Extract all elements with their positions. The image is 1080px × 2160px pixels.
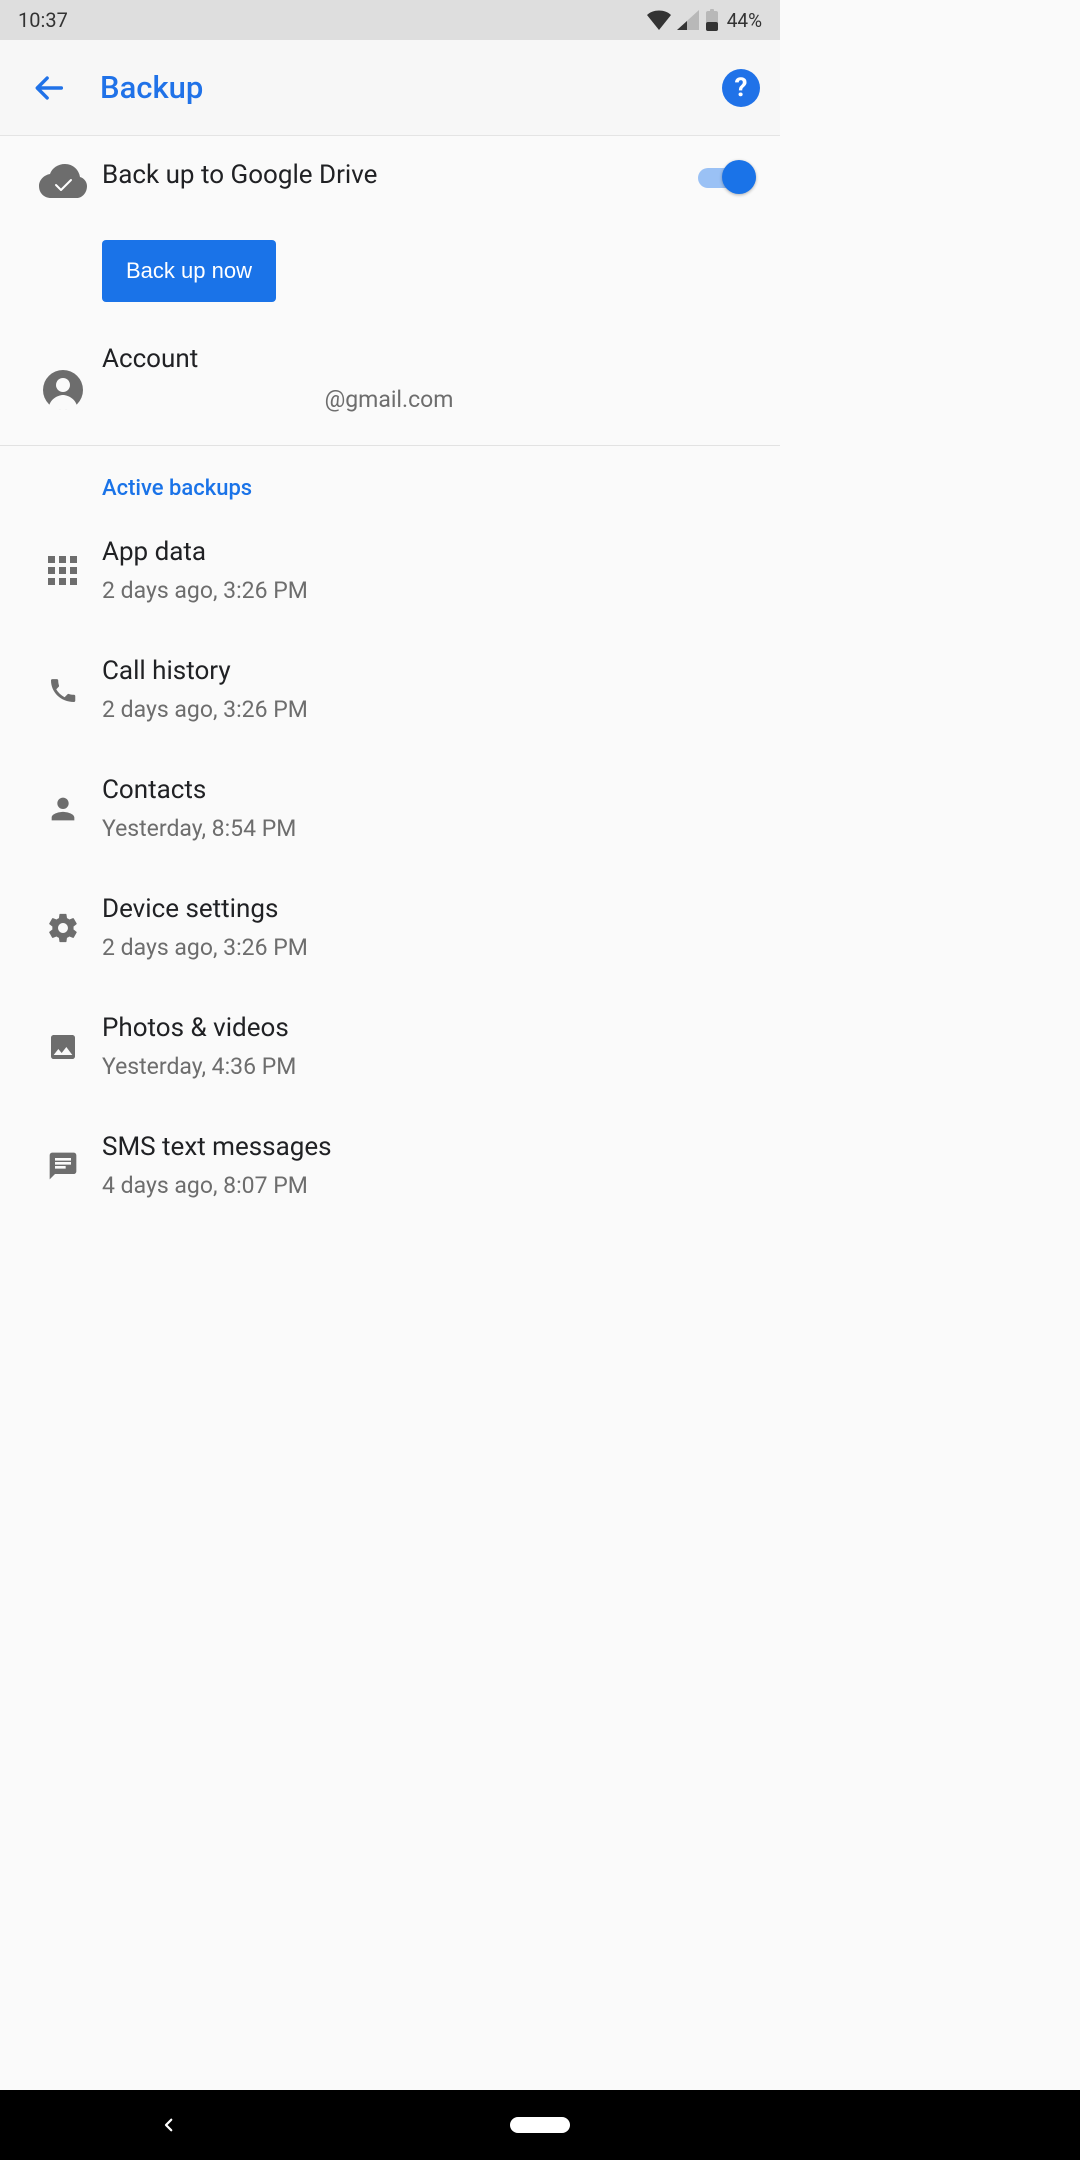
backup-to-drive-row[interactable]: Back up to Google Drive [0,136,780,222]
page-title: Backup [100,69,722,106]
item-sms[interactable]: SMS text messages 4 days ago, 8:07 PM [0,1106,780,1225]
item-title: Device settings [102,894,308,924]
item-sub: Yesterday, 4:36 PM [102,1053,296,1080]
account-label: Account [102,344,756,374]
item-device-settings[interactable]: Device settings 2 days ago, 3:26 PM [0,868,780,987]
item-sub: Yesterday, 8:54 PM [102,815,296,842]
backup-toggle[interactable] [698,160,756,196]
item-title: Contacts [102,775,296,805]
item-title: SMS text messages [102,1132,332,1162]
item-sub: 2 days ago, 3:26 PM [102,696,308,723]
battery-icon [705,9,719,31]
arrow-left-icon [33,71,67,105]
item-title: Call history [102,656,308,686]
nav-home-button[interactable] [510,2117,570,2133]
backup-toggle-label: Back up to Google Drive [102,160,678,190]
item-photos-videos[interactable]: Photos & videos Yesterday, 4:36 PM [0,987,780,1106]
item-contacts[interactable]: Contacts Yesterday, 8:54 PM [0,749,780,868]
backup-now-row: Back up now [0,222,780,326]
item-title: Photos & videos [102,1013,296,1043]
item-call-history[interactable]: Call history 2 days ago, 3:26 PM [0,630,780,749]
gear-icon [46,911,80,945]
section-active-backups: Active backups [0,446,780,511]
cloud-check-icon [39,164,87,198]
status-time: 10:37 [18,8,68,32]
chevron-left-icon [160,2116,178,2134]
system-nav-bar [0,2090,1080,2160]
account-row[interactable]: Account @gmail.com [0,326,780,445]
help-icon: ? [735,73,748,103]
account-icon [43,370,83,410]
app-bar: Backup ? [0,40,780,136]
content: Back up to Google Drive Back up now Acco… [0,136,780,1225]
item-sub: 2 days ago, 3:26 PM [102,577,308,604]
backup-now-button[interactable]: Back up now [102,240,276,302]
item-app-data[interactable]: App data 2 days ago, 3:26 PM [0,511,780,630]
person-icon [46,792,80,826]
battery-percent: 44% [727,9,762,32]
message-icon [47,1150,79,1182]
item-sub: 2 days ago, 3:26 PM [102,934,308,961]
status-icons: 44% [647,9,762,32]
account-email: @gmail.com [102,386,756,413]
item-sub: 4 days ago, 8:07 PM [102,1172,332,1199]
back-button[interactable] [20,71,80,105]
wifi-icon [647,10,671,30]
cell-signal-icon [677,10,699,30]
help-button[interactable]: ? [722,69,760,107]
status-bar: 10:37 44% [0,0,780,40]
apps-grid-icon [48,556,78,586]
image-icon [47,1031,79,1063]
nav-back-button[interactable] [160,2116,178,2134]
phone-icon [47,674,79,706]
item-title: App data [102,537,308,567]
